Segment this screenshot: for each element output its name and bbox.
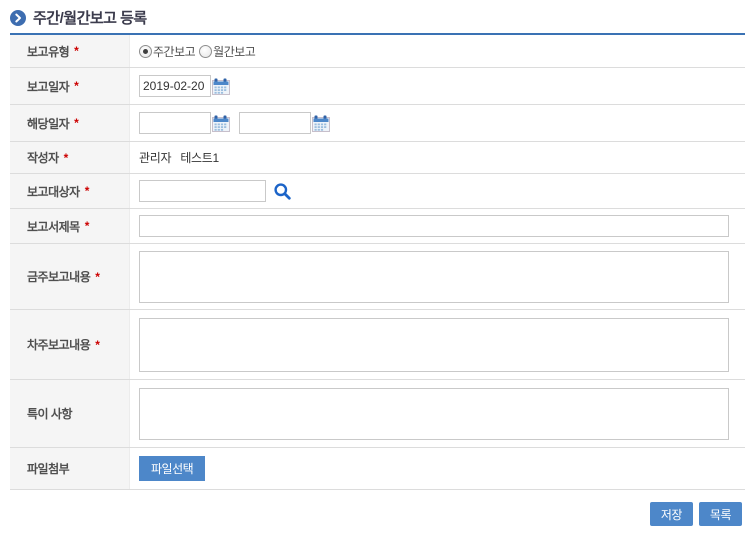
field-label: 보고서제목 bbox=[27, 218, 80, 235]
required-mark: * bbox=[85, 219, 90, 233]
field-label: 파일첨부 bbox=[27, 460, 69, 477]
file-select-button[interactable]: 파일선택 bbox=[139, 456, 205, 481]
label-cell: 보고대상자 * bbox=[10, 174, 130, 208]
report-date-input[interactable] bbox=[139, 75, 211, 97]
field-label: 특이 사항 bbox=[27, 405, 72, 422]
label-cell: 금주보고내용 * bbox=[10, 244, 130, 309]
label-cell: 해당일자 * bbox=[10, 105, 130, 141]
field-cell bbox=[130, 68, 745, 104]
next-week-content-textarea[interactable] bbox=[139, 318, 729, 372]
period-end-calendar-icon[interactable] bbox=[312, 114, 330, 132]
field-label: 금주보고내용 bbox=[27, 268, 90, 285]
label-cell: 보고유형 * bbox=[10, 35, 130, 67]
field-label: 차주보고내용 bbox=[27, 336, 90, 353]
field-cell: 주간보고 월간보고 bbox=[130, 35, 745, 67]
form-row-report-type: 보고유형 * 주간보고 월간보고 bbox=[10, 35, 745, 68]
form-row-report-recipient: 보고대상자 * bbox=[10, 174, 745, 209]
this-week-content-textarea[interactable] bbox=[139, 251, 729, 303]
report-date-calendar-icon[interactable] bbox=[212, 77, 230, 95]
special-note-textarea[interactable] bbox=[139, 388, 729, 440]
field-label: 작성자 bbox=[27, 149, 59, 166]
required-mark: * bbox=[95, 338, 100, 352]
form-row-next-week-content: 차주보고내용 * bbox=[10, 310, 745, 380]
action-bar: 저장 목록 bbox=[650, 502, 742, 526]
required-mark: * bbox=[64, 151, 69, 165]
required-mark: * bbox=[74, 79, 79, 93]
field-label: 보고일자 bbox=[27, 78, 69, 95]
radio-weekly[interactable] bbox=[139, 45, 152, 58]
label-cell: 보고일자 * bbox=[10, 68, 130, 104]
field-cell bbox=[130, 174, 745, 208]
form-row-writer: 작성자 * 관리자 테스트1 bbox=[10, 142, 745, 174]
required-mark: * bbox=[74, 44, 79, 58]
radio-monthly[interactable] bbox=[199, 45, 212, 58]
report-recipient-input bbox=[139, 180, 266, 202]
label-cell: 특이 사항 bbox=[10, 380, 130, 447]
field-cell: 파일선택 bbox=[130, 448, 745, 489]
search-icon[interactable] bbox=[273, 182, 292, 201]
form-row-special-note: 특이 사항 bbox=[10, 380, 745, 448]
chevron-circle-icon bbox=[10, 10, 26, 26]
period-start-calendar-icon[interactable] bbox=[212, 114, 230, 132]
report-form: 보고유형 * 주간보고 월간보고 보고일자 * bbox=[10, 33, 745, 490]
field-cell bbox=[130, 209, 745, 243]
radio-weekly-label[interactable]: 주간보고 bbox=[153, 43, 195, 60]
field-label: 보고유형 bbox=[27, 43, 69, 60]
page-header: 주간/월간보고 등록 bbox=[10, 7, 147, 28]
label-cell: 차주보고내용 * bbox=[10, 310, 130, 379]
form-row-file-attach: 파일첨부 파일선택 bbox=[10, 448, 745, 490]
form-row-target-period: 해당일자 * bbox=[10, 105, 745, 142]
field-cell bbox=[130, 380, 745, 447]
page-title: 주간/월간보고 등록 bbox=[33, 7, 147, 28]
radio-monthly-label[interactable]: 월간보고 bbox=[213, 43, 255, 60]
form-row-report-title: 보고서제목 * bbox=[10, 209, 745, 244]
form-row-report-date: 보고일자 * bbox=[10, 68, 745, 105]
label-cell: 보고서제목 * bbox=[10, 209, 130, 243]
required-mark: * bbox=[74, 116, 79, 130]
required-mark: * bbox=[95, 270, 100, 284]
required-mark: * bbox=[85, 184, 90, 198]
form-row-this-week-content: 금주보고내용 * bbox=[10, 244, 745, 310]
writer-value: 관리자 테스트1 bbox=[139, 149, 219, 166]
field-cell bbox=[130, 244, 745, 309]
list-button[interactable]: 목록 bbox=[699, 502, 742, 526]
field-cell bbox=[130, 105, 745, 141]
save-button[interactable]: 저장 bbox=[650, 502, 693, 526]
field-label: 보고대상자 bbox=[27, 183, 80, 200]
label-cell: 파일첨부 bbox=[10, 448, 130, 489]
report-title-input[interactable] bbox=[139, 215, 729, 237]
field-cell: 관리자 테스트1 bbox=[130, 142, 745, 173]
field-label: 해당일자 bbox=[27, 115, 69, 132]
label-cell: 작성자 * bbox=[10, 142, 130, 173]
field-cell bbox=[130, 310, 745, 379]
period-start-input[interactable] bbox=[139, 112, 211, 134]
report-type-radio-group: 주간보고 월간보고 bbox=[139, 43, 259, 60]
period-end-input[interactable] bbox=[239, 112, 311, 134]
